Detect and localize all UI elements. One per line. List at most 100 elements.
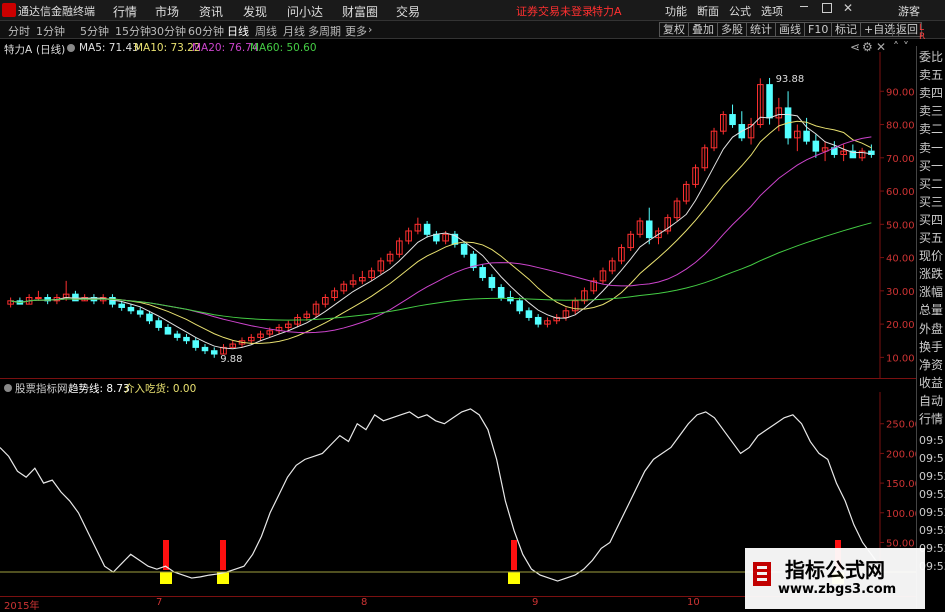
x-label-9: 9 (532, 597, 539, 608)
menu-item-gongshi[interactable]: 公式 (729, 3, 751, 19)
menu-item-jiaoyi[interactable]: 交易 (396, 3, 420, 20)
lr-corner[interactable]: LR (919, 24, 925, 42)
y-tick-label: 90.00 (886, 87, 915, 98)
quote-field-label: 涨幅 (919, 285, 944, 300)
candle-body (35, 296, 42, 299)
tab-multi-period[interactable]: 多周期 (308, 23, 341, 39)
candle-body (645, 220, 653, 239)
signal-yellow-block (508, 572, 520, 584)
mark-button[interactable]: 标记 (831, 22, 861, 37)
menu-item-faxian[interactable]: 发现 (243, 3, 267, 20)
candle-body (136, 310, 144, 315)
tab-1min[interactable]: 1分钟 (36, 23, 65, 39)
candle-body (812, 140, 820, 152)
quote-field-label: 净资 (919, 357, 944, 372)
panel-divider (0, 378, 916, 379)
tick-time: 09:52 (919, 488, 945, 501)
menu-item-caifuquan[interactable]: 财富圈 (342, 3, 378, 20)
candle-body (164, 326, 172, 335)
tab-fenshi[interactable]: 分时 (8, 23, 30, 39)
y-tick-label: 20.00 (886, 320, 915, 331)
y-tick-label: 40.00 (886, 254, 915, 265)
menu-item-gongneng[interactable]: 功能 (665, 3, 687, 19)
candle-body (479, 267, 486, 279)
candle-body (72, 293, 79, 302)
candle-body (460, 243, 468, 255)
quote-field-label: 现价 (919, 249, 944, 264)
overlay-button[interactable]: 叠加 (688, 22, 718, 37)
watermark-logo-icon (753, 562, 771, 586)
settings-dot-icon[interactable] (67, 44, 75, 52)
ma60-line (10, 222, 872, 321)
quote-field-label: 卖五 (919, 68, 944, 83)
candle-body (146, 313, 153, 322)
tick-time: 09:51 (919, 452, 945, 465)
ma20-line (10, 136, 872, 334)
menu-item-xuanxiang[interactable]: 选项 (761, 3, 783, 19)
menu-item-hangqing[interactable]: 行情 (113, 3, 137, 20)
quote-field-label: 买四 (919, 212, 944, 227)
candle-body (210, 350, 218, 355)
fuquan-button[interactable]: 复权 (659, 22, 689, 37)
candlestick-chart[interactable]: 90.00 80.00 70.00 60.00 50.00 40.00 30.00 20.00… (0, 52, 916, 378)
maximize-icon[interactable] (822, 3, 832, 13)
x-label-7: 7 (156, 597, 163, 608)
candle-body (423, 223, 431, 235)
quote-field-label: 行情 (919, 412, 944, 426)
menu-item-shichang[interactable]: 市场 (155, 3, 179, 20)
tab-weekly[interactable]: 周线 (255, 23, 277, 39)
app-name: 通达信金融终端 (18, 5, 95, 18)
tab-5min[interactable]: 5分钟 (80, 23, 109, 39)
multi-stock-button[interactable]: 多股 (717, 22, 747, 37)
y-tick-label: 80.00 (886, 121, 915, 132)
close-icon[interactable]: ✕ (843, 1, 853, 15)
tick-time: 09:52 (919, 506, 945, 519)
candle-body (173, 333, 181, 338)
sub-settings-dot-icon[interactable] (4, 384, 12, 392)
candle-body (525, 310, 533, 318)
tab-60min[interactable]: 60分钟 (188, 23, 224, 39)
candle-body (155, 320, 162, 328)
statistics-button[interactable]: 统计 (746, 22, 776, 37)
watermark-url: www.zbgs3.com (778, 582, 897, 597)
stock-name-top: 特力A (592, 5, 622, 18)
period-tab-bar: 分时 1分钟 5分钟 15分钟 30分钟 60分钟 日线 周线 月线 多周期 更… (0, 21, 945, 39)
quote-field-label: 涨跌 (919, 267, 944, 282)
candle-body (192, 340, 200, 348)
guest-label[interactable]: 游客 (898, 3, 920, 19)
menu-item-duanmian[interactable]: 断面 (697, 3, 719, 19)
quote-field-label: 卖四 (919, 86, 944, 101)
tick-time: 09:51 (919, 434, 945, 447)
quote-field-label: 总量 (919, 303, 944, 318)
f10-button[interactable]: F10 (804, 22, 833, 37)
tab-more[interactable]: 更多 (345, 23, 367, 39)
chevron-right-icon[interactable]: › (368, 23, 372, 36)
menu-item-zixun[interactable]: 资讯 (199, 3, 223, 20)
tick-time: 09:52 (919, 524, 945, 537)
x-label-8: 8 (361, 597, 368, 608)
signal-red-bar (163, 540, 169, 570)
candle-body (127, 306, 135, 312)
back-button[interactable]: 返回 (892, 22, 922, 37)
tab-30min[interactable]: 30分钟 (150, 23, 186, 39)
app-logo-icon (2, 3, 16, 17)
menu-item-wenxiaoda[interactable]: 问小达 (287, 3, 323, 20)
quote-field-label: 卖三 (919, 104, 944, 119)
quote-field-label: 买二 (919, 176, 944, 191)
candle-body (183, 336, 190, 342)
sub-y-tick-label: 100.00 (886, 509, 916, 520)
draw-line-button[interactable]: 画线 (775, 22, 805, 37)
y-tick-label: 50.00 (886, 220, 915, 231)
tab-monthly[interactable]: 月线 (283, 23, 305, 39)
quote-field-label: 卖一 (919, 140, 944, 155)
login-warning: 证券交易未登录 (516, 5, 593, 18)
sub-y-tick-label: 150.00 (886, 479, 916, 490)
tab-15min[interactable]: 15分钟 (115, 23, 151, 39)
candle-body (516, 300, 523, 312)
quote-field-label: 收益 (919, 375, 944, 390)
y-tick-label: 70.00 (886, 154, 915, 165)
tick-time: 09:52 (919, 470, 945, 483)
x-label-2015: 2015年 (4, 601, 40, 612)
minimize-icon[interactable] (800, 6, 808, 7)
tab-daily[interactable]: 日线 (227, 23, 249, 39)
